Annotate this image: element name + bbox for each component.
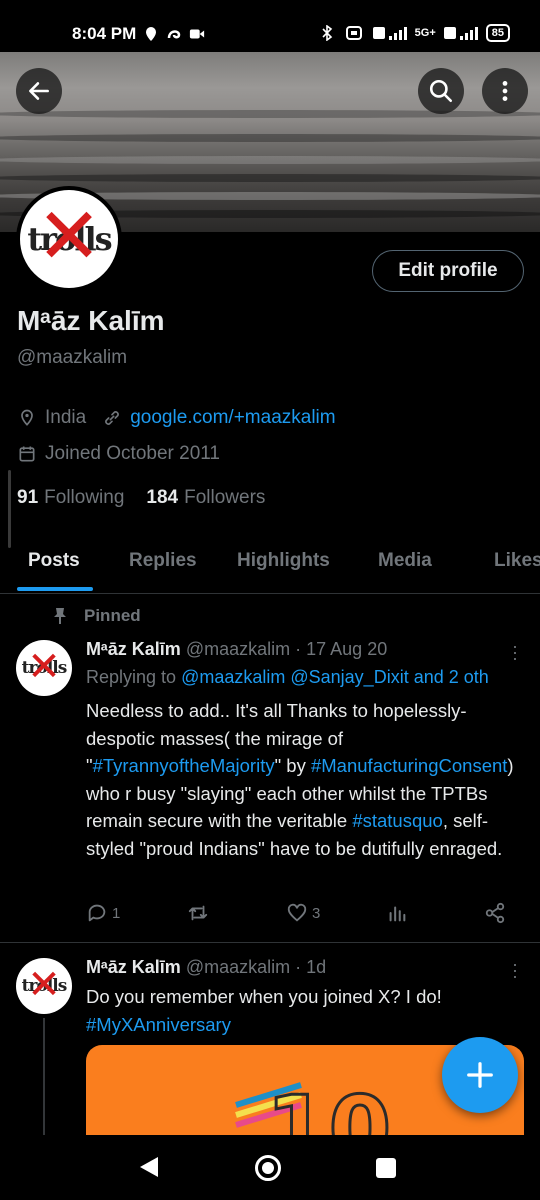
tab-highlights[interactable]: Highlights <box>237 550 330 572</box>
tab-media[interactable]: Media <box>378 550 432 572</box>
tweet-author-name[interactable]: Mᵃāz Kalīm <box>86 957 181 977</box>
nav-home-icon[interactable] <box>255 1155 281 1181</box>
more-vertical-icon <box>502 81 508 101</box>
retweet-button[interactable] <box>186 902 214 924</box>
bluetooth-icon <box>322 25 332 41</box>
search-button[interactable] <box>418 68 464 114</box>
back-button[interactable] <box>16 68 62 114</box>
tweet-header: Mᵃāz Kalīm @maazkalim · 17 Aug 20 <box>86 639 387 660</box>
search-icon <box>429 79 453 103</box>
share-button[interactable] <box>484 902 506 924</box>
tweet-more-icon[interactable]: · · · <box>512 637 518 667</box>
following-link[interactable]: 91 Following <box>17 487 124 509</box>
pin-icon <box>54 608 66 624</box>
status-time: 8:04 PM <box>72 24 137 43</box>
follow-stats: 91 Following 184 Followers <box>17 487 265 509</box>
active-tab-indicator <box>17 587 93 591</box>
profile-avatar[interactable]: trolls ✕ <box>16 186 122 292</box>
arrow-left-icon <box>29 82 49 100</box>
share-icon <box>485 902 505 924</box>
nav-recents-icon[interactable] <box>376 1158 396 1178</box>
x-logo-icon: ✕ <box>27 644 61 691</box>
location-icon <box>146 27 157 41</box>
tab-replies[interactable]: Replies <box>129 550 197 572</box>
signal-2-icon <box>443 27 478 40</box>
battery-indicator: 85 <box>485 24 510 42</box>
analytics-icon <box>389 906 406 922</box>
tweet-avatar[interactable]: trolls ✕ <box>16 958 72 1014</box>
network-type: 5G+ <box>414 27 436 39</box>
thread-line <box>43 1018 45 1138</box>
profile-website-link[interactable]: google.com/+maazkalim <box>130 407 335 429</box>
pinned-label: Pinned <box>52 606 141 626</box>
reply-button[interactable]: 1 <box>86 902 120 924</box>
followers-link[interactable]: 184 Followers <box>146 487 265 509</box>
replying-to: Replying to @maazkalim @Sanjay_Dixit and… <box>86 667 489 687</box>
card-number-text: 10 <box>264 1077 392 1137</box>
tweet-handle-date: @maazkalim · 17 Aug 20 <box>185 639 388 659</box>
tweet-text: Needless to add.. It's all Thanks to hop… <box>86 700 514 859</box>
hashtag-link[interactable]: #ManufacturingConsent <box>311 755 507 776</box>
more-options-button[interactable] <box>482 68 528 114</box>
vibrate-icon <box>345 26 362 40</box>
location-pin-icon <box>17 408 37 428</box>
reply-icon <box>88 904 106 922</box>
tweet-text: Do you remember when you joined X? I do!… <box>86 986 442 1035</box>
tweet-avatar[interactable]: trolls ✕ <box>16 640 72 696</box>
nav-back-icon[interactable] <box>140 1157 158 1177</box>
edit-profile-button[interactable]: Edit profile <box>372 250 524 292</box>
views-button[interactable] <box>386 902 408 924</box>
retweet-icon <box>188 905 208 921</box>
tweet-author-name[interactable]: Mᵃāz Kalīm <box>86 639 181 659</box>
scroll-indicator <box>8 470 11 548</box>
x-logo-icon: ✕ <box>36 192 102 283</box>
x-logo-icon: ✕ <box>27 962 61 1009</box>
status-bar: 8:04 PM 5G+ 85 <box>0 0 540 52</box>
profile-handle: @maazkalim <box>17 347 128 368</box>
signal-1-icon <box>372 27 407 40</box>
tweet-handle-date: @maazkalim · 1d <box>185 957 327 977</box>
compose-post-button[interactable] <box>442 1037 518 1113</box>
profile-location: India <box>45 407 87 428</box>
profile-joined: Joined October 2011 <box>45 443 220 464</box>
hashtag-link[interactable]: #TyrannyoftheMajority <box>93 755 275 776</box>
profile-name: Mᵃāz Kalīm <box>17 305 165 336</box>
profile-joined-row: Joined October 2011 <box>17 443 220 465</box>
plus-icon <box>467 1062 493 1088</box>
video-icon <box>190 29 205 39</box>
link-icon <box>102 408 122 428</box>
heart-icon <box>287 903 307 922</box>
system-nav-bar <box>0 1135 540 1200</box>
like-button[interactable]: 3 <box>286 902 320 924</box>
tweet-divider <box>0 942 540 943</box>
profile-tabs: Posts Replies Highlights Media Likes <box>0 540 540 594</box>
calendar-icon <box>17 444 37 464</box>
hashtag-link[interactable]: #MyXAnniversary <box>86 1014 231 1035</box>
replying-to-handles[interactable]: @maazkalim @Sanjay_Dixit and 2 oth <box>181 667 489 687</box>
tab-posts[interactable]: Posts <box>28 550 80 572</box>
profile-meta-row: India google.com/+maazkalim <box>17 407 336 429</box>
tweet-header: Mᵃāz Kalīm @maazkalim · 1d <box>86 957 326 978</box>
tweet-actions: 1 3 <box>86 902 516 928</box>
tab-likes[interactable]: Likes <box>494 550 540 572</box>
tweet-more-icon[interactable]: · · · <box>512 955 518 985</box>
hashtag-link[interactable]: #statusquo <box>352 810 443 831</box>
swirl-icon <box>168 30 181 39</box>
